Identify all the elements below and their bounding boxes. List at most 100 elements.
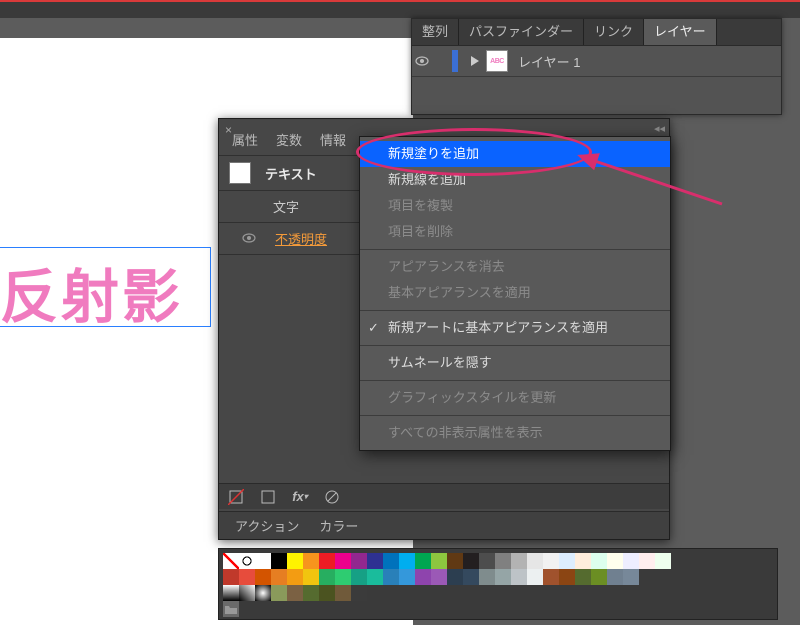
swatch[interactable] bbox=[623, 569, 639, 585]
swatch[interactable] bbox=[383, 553, 399, 569]
swatch[interactable] bbox=[367, 569, 383, 585]
swatch[interactable] bbox=[335, 585, 351, 601]
tab-actions[interactable]: アクション bbox=[225, 516, 309, 535]
swatch[interactable] bbox=[607, 553, 623, 569]
menu-item[interactable]: 新規線を追加 bbox=[360, 167, 670, 193]
swatch[interactable] bbox=[351, 585, 367, 601]
swatch[interactable] bbox=[511, 569, 527, 585]
appearance-bottom-toolbar: fx▾ bbox=[219, 483, 669, 509]
swatch[interactable] bbox=[431, 553, 447, 569]
swatch[interactable] bbox=[287, 553, 303, 569]
swatch[interactable] bbox=[495, 553, 511, 569]
tab-align[interactable]: 整列 bbox=[412, 19, 459, 45]
swatch[interactable] bbox=[239, 569, 255, 585]
swatch[interactable] bbox=[351, 553, 367, 569]
swatch[interactable] bbox=[431, 569, 447, 585]
swatch[interactable] bbox=[527, 569, 543, 585]
menu-item: 項目を複製 bbox=[360, 193, 670, 219]
close-icon[interactable]: × bbox=[225, 123, 232, 137]
swatch[interactable] bbox=[319, 553, 335, 569]
menu-item: 基本アピアランスを適用 bbox=[360, 280, 670, 306]
tab-info[interactable]: 情報 bbox=[311, 126, 355, 155]
menu-item: すべての非表示属性を表示 bbox=[360, 420, 670, 446]
swatch[interactable] bbox=[463, 569, 479, 585]
swatch[interactable] bbox=[463, 553, 479, 569]
swatch[interactable] bbox=[495, 569, 511, 585]
swatch[interactable] bbox=[575, 569, 591, 585]
swatch[interactable] bbox=[607, 569, 623, 585]
swatch[interactable] bbox=[223, 569, 239, 585]
swatch[interactable] bbox=[415, 553, 431, 569]
swatch-row bbox=[223, 585, 773, 601]
swatch[interactable] bbox=[575, 553, 591, 569]
swatch[interactable] bbox=[399, 553, 415, 569]
add-effect-icon[interactable]: fx▾ bbox=[291, 488, 309, 506]
swatch[interactable] bbox=[447, 569, 463, 585]
swatch-registration[interactable] bbox=[239, 553, 255, 569]
menu-item[interactable]: 新規塗りを追加 bbox=[360, 141, 670, 167]
layer-name[interactable]: レイヤー 1 bbox=[518, 52, 580, 71]
menu-item[interactable]: サムネールを隠す bbox=[360, 350, 670, 376]
swatch[interactable] bbox=[335, 569, 351, 585]
tab-pathfinder[interactable]: パスファインダー bbox=[459, 19, 584, 45]
swatch[interactable] bbox=[591, 569, 607, 585]
swatch[interactable] bbox=[287, 569, 303, 585]
visibility-eye-icon[interactable] bbox=[412, 54, 432, 69]
menu-item[interactable]: 新規アートに基本アピアランスを適用 bbox=[360, 315, 670, 341]
swatch[interactable] bbox=[415, 569, 431, 585]
swatch-gradient[interactable] bbox=[223, 585, 239, 601]
swatch[interactable] bbox=[303, 585, 319, 601]
swatch[interactable] bbox=[511, 553, 527, 569]
swatch[interactable] bbox=[543, 569, 559, 585]
expand-triangle-icon[interactable] bbox=[468, 54, 482, 68]
swatch[interactable] bbox=[319, 585, 335, 601]
swatch[interactable] bbox=[559, 569, 575, 585]
swatch[interactable] bbox=[623, 553, 639, 569]
tab-layers[interactable]: レイヤー bbox=[644, 19, 717, 45]
swatch[interactable] bbox=[319, 569, 335, 585]
layer-row[interactable]: ABC レイヤー 1 bbox=[412, 46, 781, 77]
menu-separator bbox=[360, 380, 670, 381]
flyout-menu-icon[interactable]: ◂◂ bbox=[654, 122, 665, 135]
swatch[interactable] bbox=[335, 553, 351, 569]
tab-links[interactable]: リンク bbox=[584, 19, 644, 45]
swatch-folder-icon[interactable] bbox=[223, 601, 239, 617]
swatch-gradient[interactable] bbox=[239, 585, 255, 601]
swatch[interactable] bbox=[271, 569, 287, 585]
add-fill-icon[interactable] bbox=[259, 488, 277, 506]
swatch[interactable] bbox=[591, 553, 607, 569]
tab-variables[interactable]: 変数 bbox=[267, 126, 311, 155]
swatch[interactable] bbox=[351, 569, 367, 585]
add-stroke-icon[interactable] bbox=[227, 488, 245, 506]
swatch[interactable] bbox=[303, 569, 319, 585]
swatch[interactable] bbox=[383, 569, 399, 585]
object-swatch[interactable] bbox=[229, 162, 251, 184]
tab-color[interactable]: カラー bbox=[309, 516, 368, 535]
swatch[interactable] bbox=[559, 553, 575, 569]
swatch[interactable] bbox=[479, 553, 495, 569]
swatch[interactable] bbox=[527, 553, 543, 569]
menu-separator bbox=[360, 310, 670, 311]
swatch[interactable] bbox=[479, 569, 495, 585]
clear-appearance-icon[interactable] bbox=[323, 488, 341, 506]
swatch[interactable] bbox=[255, 569, 271, 585]
swatch[interactable] bbox=[287, 585, 303, 601]
menu-item: グラフィックスタイルを更新 bbox=[360, 385, 670, 411]
swatch[interactable] bbox=[639, 553, 655, 569]
swatch[interactable] bbox=[399, 569, 415, 585]
characters-label: 文字 bbox=[273, 197, 299, 216]
swatch[interactable] bbox=[271, 585, 287, 601]
swatch[interactable] bbox=[271, 553, 287, 569]
swatch[interactable] bbox=[255, 553, 271, 569]
swatch[interactable] bbox=[543, 553, 559, 569]
swatch[interactable] bbox=[303, 553, 319, 569]
swatch-gradient[interactable] bbox=[255, 585, 271, 601]
swatch[interactable] bbox=[655, 553, 671, 569]
swatch[interactable] bbox=[367, 553, 383, 569]
app-toolbar-strip bbox=[0, 0, 800, 18]
layer-thumbnail: ABC bbox=[486, 50, 508, 72]
swatch[interactable] bbox=[447, 553, 463, 569]
visibility-eye-icon[interactable] bbox=[239, 231, 259, 246]
opacity-label[interactable]: 不透明度 bbox=[275, 229, 327, 248]
swatch-none[interactable] bbox=[223, 553, 239, 569]
